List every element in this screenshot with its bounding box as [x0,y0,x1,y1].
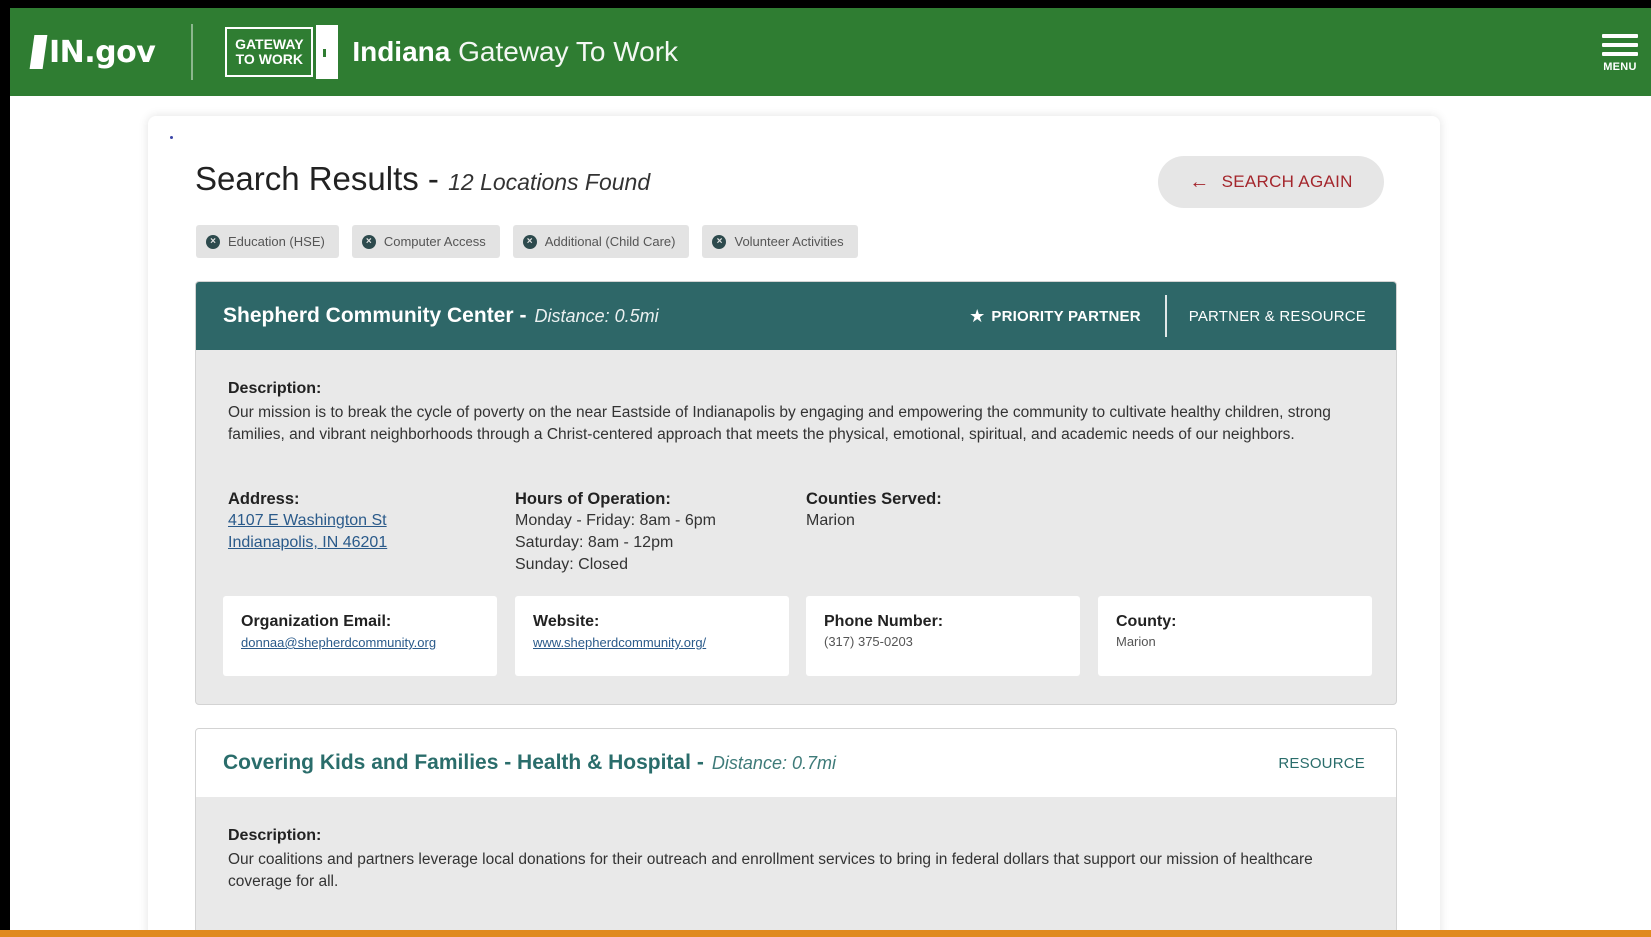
hamburger-icon-line [1602,52,1638,56]
browser-frame: IN.gov GATEWAY TO WORK Indiana Gateway T… [10,8,1651,937]
location-name: Shepherd Community Center [223,304,514,327]
address-block: Address: 4107 E Washington St Indianapol… [228,488,387,554]
description-label: Description: [228,380,322,397]
phone-value: (317) 375-0203 [824,634,913,649]
description-text: Our mission is to break the cycle of pov… [228,404,1331,443]
remove-filter-icon[interactable]: × [712,234,727,249]
location-name: Covering Kids and Families - Health & Ho… [223,751,691,774]
site-header: IN.gov GATEWAY TO WORK Indiana Gateway T… [10,8,1651,96]
filter-chip-child-care[interactable]: × Additional (Child Care) [512,225,690,258]
filter-chips: × Education (HSE) × Computer Access × Ad… [196,225,871,258]
star-icon: ★ [969,305,986,326]
results-title-separator: - [418,160,449,197]
hours-block: Hours of Operation: Monday - Friday: 8am… [515,488,716,576]
menu-label: MENU [1603,60,1637,73]
gateway-logo-line1: GATEWAY [235,36,304,52]
location-card: Shepherd Community Center - Distance: 0.… [195,281,1397,705]
filter-chip-label: Additional (Child Care) [544,234,676,249]
remove-filter-icon[interactable]: × [522,234,537,249]
gateway-to-work-logo[interactable]: GATEWAY TO WORK [225,25,339,79]
county-value: Marion [1116,634,1156,649]
indiana-state-icon [29,35,48,69]
bottom-edge-strip [0,930,1651,937]
filter-chip-volunteer[interactable]: × Volunteer Activities [702,225,858,258]
location-type-badge: RESOURCE [1278,754,1365,772]
priority-partner-label: PRIORITY PARTNER [991,307,1141,325]
description-label: Description: [228,827,322,844]
search-again-button[interactable]: ← SEARCH AGAIN [1158,156,1384,208]
website-link[interactable]: www.shepherdcommunity.org/ [533,635,706,650]
location-name-separator: - [696,751,704,774]
ingov-logo[interactable]: IN.gov [29,34,156,70]
county-box: County: Marion [1098,596,1372,676]
remove-filter-icon[interactable]: × [206,234,220,249]
website-box: Website: www.shepherdcommunity.org/ [515,596,789,676]
counties-label: Counties Served: [806,490,942,508]
header-divider [191,24,194,80]
hours-weekday: Monday - Friday: 8am - 6pm [515,512,716,529]
hours-label: Hours of Operation: [515,490,671,508]
door-icon [316,25,339,79]
filter-chip-education[interactable]: × Education (HSE) [196,225,339,258]
county-label: County: [1116,613,1177,630]
phone-box: Phone Number: (317) 375-0203 [806,596,1080,676]
ingov-logo-text: IN.gov [49,34,156,70]
phone-label: Phone Number: [824,613,944,630]
address-line1-link[interactable]: 4107 E Washington St [228,512,387,529]
site-title[interactable]: Indiana Gateway To Work [352,36,678,68]
counties-block: Counties Served: Marion [806,488,942,532]
filter-chip-label: Volunteer Activities [734,234,844,249]
hours-saturday: Saturday: 8am - 12pm [515,534,674,551]
hamburger-icon [1602,34,1638,38]
search-again-label: SEARCH AGAIN [1221,172,1353,191]
location-badges: ★ PRIORITY PARTNER PARTNER & RESOURCE [969,282,1396,350]
filter-chip-label: Computer Access [383,234,486,249]
email-box: Organization Email: donnaa@shepherdcommu… [223,596,497,676]
counties-value: Marion [806,512,855,529]
description-text: Our coalitions and partners leverage loc… [228,851,1313,890]
gateway-logo-line2: TO WORK [235,51,304,67]
filter-chip-label: Education (HSE) [228,234,325,249]
focus-dot [170,136,173,139]
email-link[interactable]: donnaa@shepherdcommunity.org [241,635,436,650]
site-title-rest: Gateway To Work [458,36,679,67]
email-label: Organization Email: [241,613,392,630]
location-distance: Distance: 0.5mi [534,305,659,326]
location-type-badge: PARTNER & RESOURCE [1188,307,1366,325]
website-label: Website: [533,613,600,630]
gateway-logo-box: GATEWAY TO WORK [225,27,314,77]
results-count: 12 Locations Found [448,169,651,195]
filter-chip-computer-access[interactable]: × Computer Access [351,225,500,258]
hamburger-icon-line [1602,43,1638,47]
priority-partner-badge: ★ PRIORITY PARTNER [969,306,1165,327]
location-card: Covering Kids and Families - Health & Ho… [195,728,1397,937]
location-name-separator: - [519,304,527,327]
address-label: Address: [228,490,300,508]
location-card-header[interactable]: Covering Kids and Families - Health & Ho… [196,729,1396,797]
results-title-text: Search Results [195,160,419,197]
remove-filter-icon[interactable]: × [361,234,376,249]
page-title: Search Results - 12 Locations Found [195,160,650,198]
menu-button[interactable]: MENU [1599,27,1641,77]
address-line2-link[interactable]: Indianapolis, IN 46201 [228,534,387,551]
location-card-header[interactable]: Shepherd Community Center - Distance: 0.… [196,282,1396,350]
location-distance: Distance: 0.7mi [711,752,836,773]
arrow-left-icon: ← [1189,170,1210,193]
location-badges: RESOURCE [1256,729,1396,797]
hours-sunday: Sunday: Closed [515,556,628,573]
results-panel: Search Results - 12 Locations Found ← SE… [148,116,1440,937]
site-title-bold: Indiana [352,36,451,67]
